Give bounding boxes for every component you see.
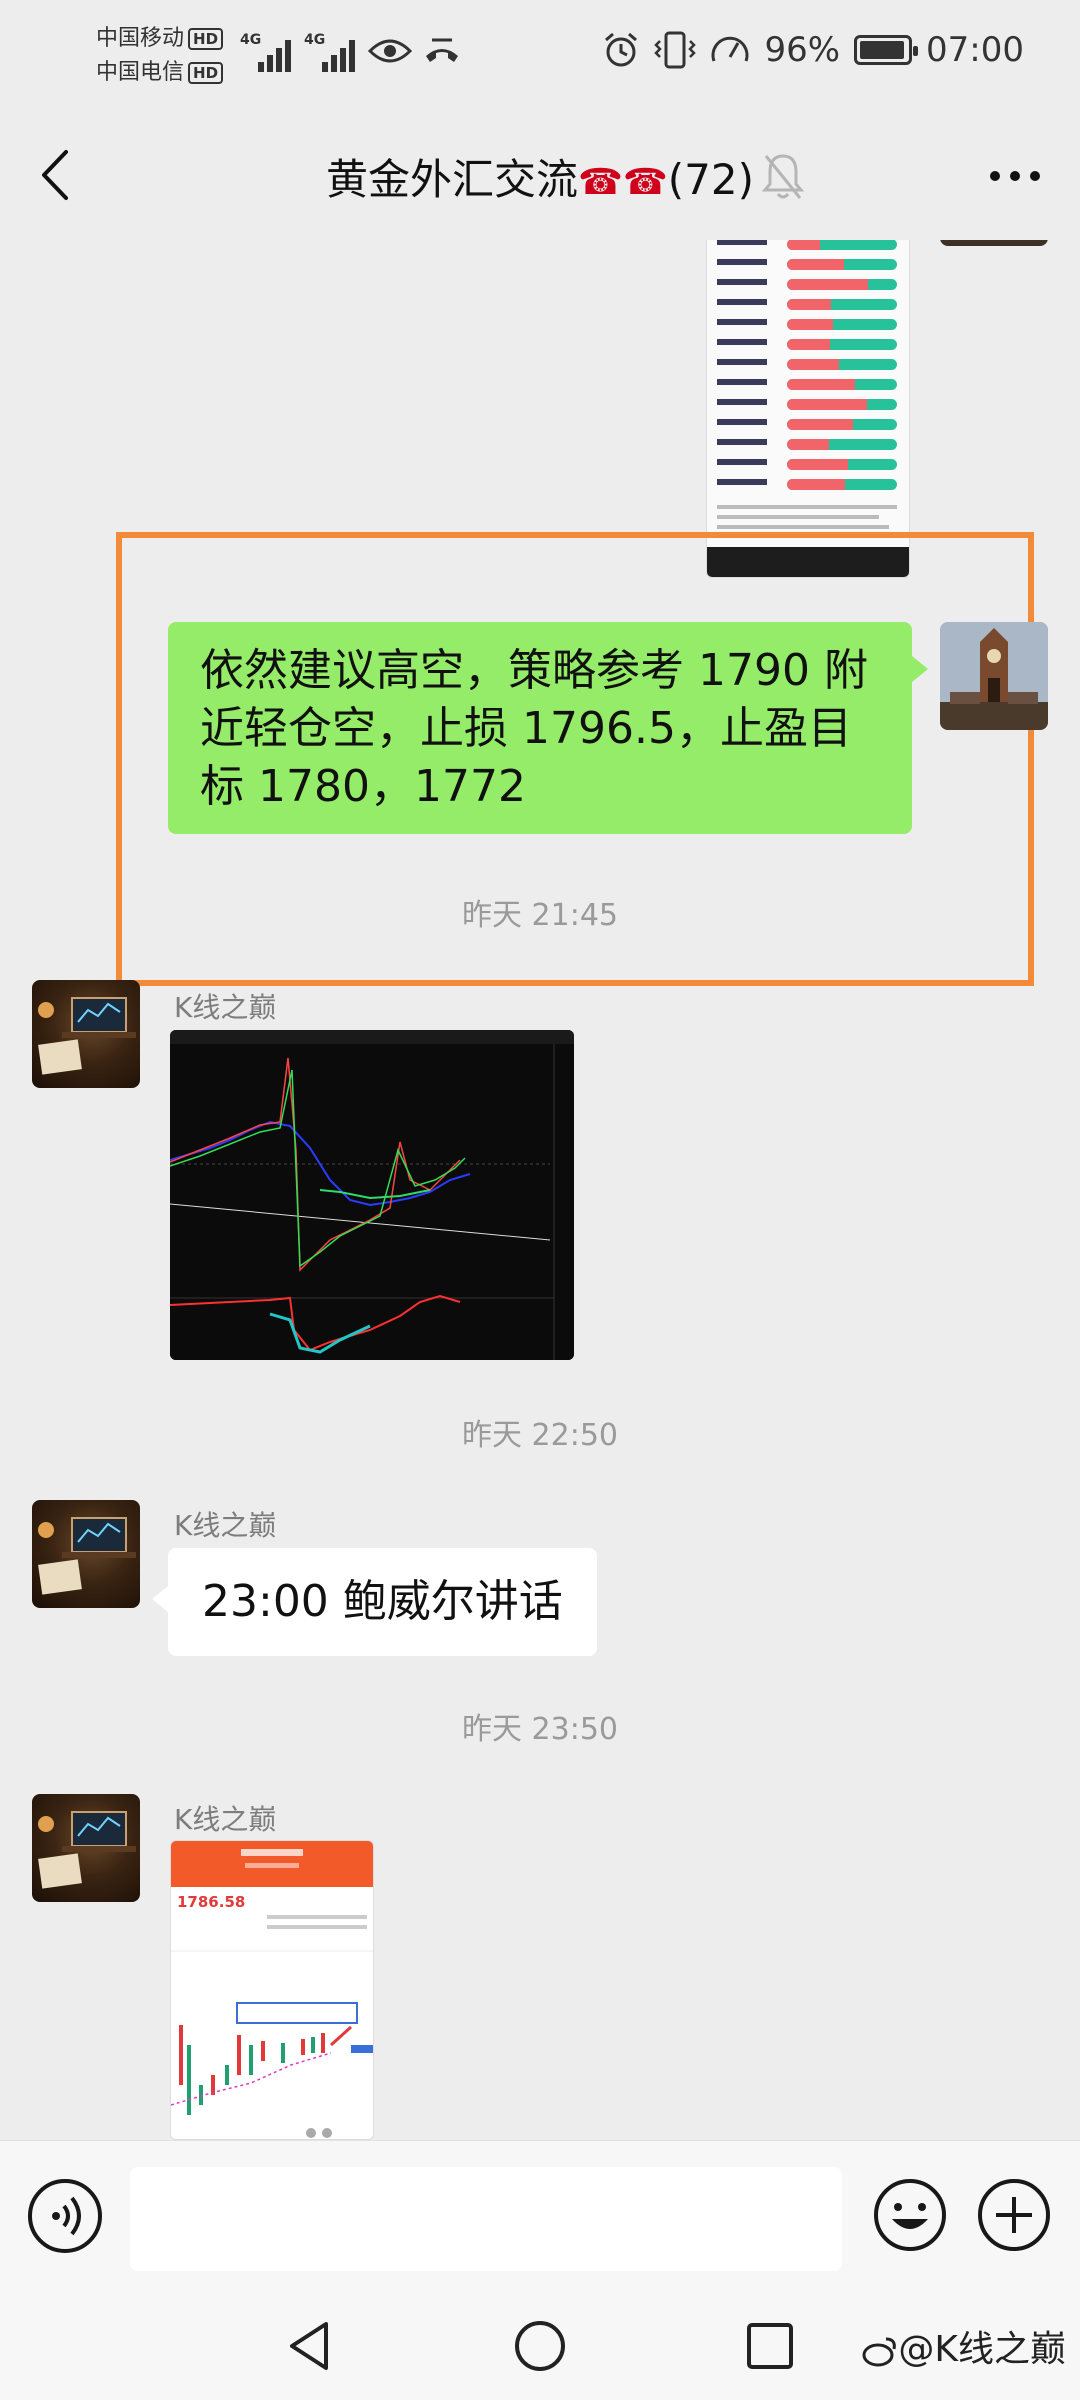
call-blocked-icon xyxy=(426,38,458,62)
plus-button[interactable] xyxy=(976,2177,1052,2253)
my-avatar[interactable] xyxy=(940,622,1048,730)
group-name: 黄金外汇交流 xyxy=(326,155,579,204)
circle-home-icon xyxy=(515,2321,565,2371)
battery-fill xyxy=(860,41,905,59)
hd-badge-1: HD xyxy=(188,28,224,50)
text-message: 23:00 鲍威尔讲话 xyxy=(202,1576,563,1627)
voice-icon xyxy=(52,2196,81,2236)
watermark: @K线之巅 xyxy=(862,2320,1066,2372)
bell-muted-icon xyxy=(761,154,805,199)
vibrate-icon xyxy=(654,31,697,69)
voice-button[interactable] xyxy=(28,2179,102,2253)
triangle-back-icon xyxy=(290,2322,328,2370)
status-bar: 中国移动 HD 中国电信 HD 4G 4G 96% 07:00 xyxy=(0,0,1080,110)
sender-avatar[interactable] xyxy=(32,1500,140,1608)
alarm-icon xyxy=(605,32,638,67)
timestamp: 昨天 21:45 xyxy=(462,898,618,933)
app-chart-thumbnail xyxy=(171,1915,373,2138)
input-bar xyxy=(0,2140,1080,2290)
message-input[interactable] xyxy=(130,2167,842,2271)
shared-image-market-sentiment[interactable] xyxy=(706,240,910,578)
chat-header: 黄金外汇交流☎☎(72) xyxy=(0,110,1080,240)
chat-title: 黄金外汇交流☎☎(72) xyxy=(0,146,1080,207)
my-message-text: 依然建议高空，策略参考 1790 附近轻仓空，止损 1796.5，止盈目标 17… xyxy=(200,645,868,812)
text-message-bubble[interactable]: 23:00 鲍威尔讲话 xyxy=(152,1548,597,1656)
desk-laptop-avatar-icon xyxy=(38,1517,136,1595)
desk-laptop-avatar-icon xyxy=(38,1811,136,1889)
clock: 07:00 xyxy=(926,30,1024,70)
weibo-logo-icon xyxy=(862,2337,897,2367)
more-button[interactable] xyxy=(980,150,1050,202)
sender-name: K线之巅 xyxy=(174,1509,277,1542)
sender-name: K线之巅 xyxy=(174,1803,277,1836)
eye-icon xyxy=(368,39,412,63)
app-price: 1786.58 xyxy=(177,1893,246,1911)
nav-home-button[interactable] xyxy=(510,2316,570,2376)
timestamp: 昨天 22:50 xyxy=(462,1418,618,1453)
telephone-emoji-icon: ☎☎ xyxy=(578,162,668,203)
battery-icon xyxy=(854,35,919,65)
my-avatar-top[interactable] xyxy=(940,240,1048,246)
sender-avatar[interactable] xyxy=(32,1794,140,1902)
emoji-icon xyxy=(874,2179,946,2251)
watermark-text: @K线之巅 xyxy=(898,2329,1066,2370)
speed-icon xyxy=(711,36,749,62)
building-avatar-icon xyxy=(940,622,1048,730)
signal-1-icon: 4G xyxy=(240,32,300,72)
hd-badge-2: HD xyxy=(188,62,224,84)
square-recent-icon xyxy=(747,2323,793,2369)
carrier-info: 中国移动 HD 中国电信 HD xyxy=(96,22,224,90)
carrier-2: 中国电信 xyxy=(96,60,185,85)
system-nav-bar: @K线之巅 xyxy=(0,2290,1080,2400)
carrier-1: 中国移动 xyxy=(96,26,185,51)
emoji-button[interactable] xyxy=(872,2177,948,2253)
app-header xyxy=(171,1841,373,1887)
shared-image-gold-app[interactable]: 1786.58 xyxy=(170,1840,374,2140)
kline-chart-thumbnail xyxy=(170,1030,574,1360)
chat-area[interactable]: 依然建议高空，策略参考 1790 附近轻仓空，止损 1796.5，止盈目标 17… xyxy=(0,240,1080,2140)
signal-2-icon: 4G xyxy=(304,32,364,72)
member-count: (72) xyxy=(667,155,754,204)
desk-laptop-avatar-icon xyxy=(38,997,136,1075)
nav-recent-button[interactable] xyxy=(740,2316,800,2376)
battery-percent: 96% xyxy=(764,30,841,70)
sender-avatar[interactable] xyxy=(32,980,140,1088)
my-message-bubble[interactable]: 依然建议高空，策略参考 1790 附近轻仓空，止损 1796.5，止盈目标 17… xyxy=(168,622,928,834)
plus-icon xyxy=(978,2179,1050,2251)
status-right: 96% 07:00 xyxy=(602,30,1024,70)
timestamp: 昨天 23:50 xyxy=(462,1712,618,1747)
more-dots-icon xyxy=(990,171,1040,181)
nav-back-button[interactable] xyxy=(280,2316,340,2376)
sender-name: K线之巅 xyxy=(174,991,277,1024)
shared-image-kline-chart[interactable] xyxy=(170,1030,574,1360)
